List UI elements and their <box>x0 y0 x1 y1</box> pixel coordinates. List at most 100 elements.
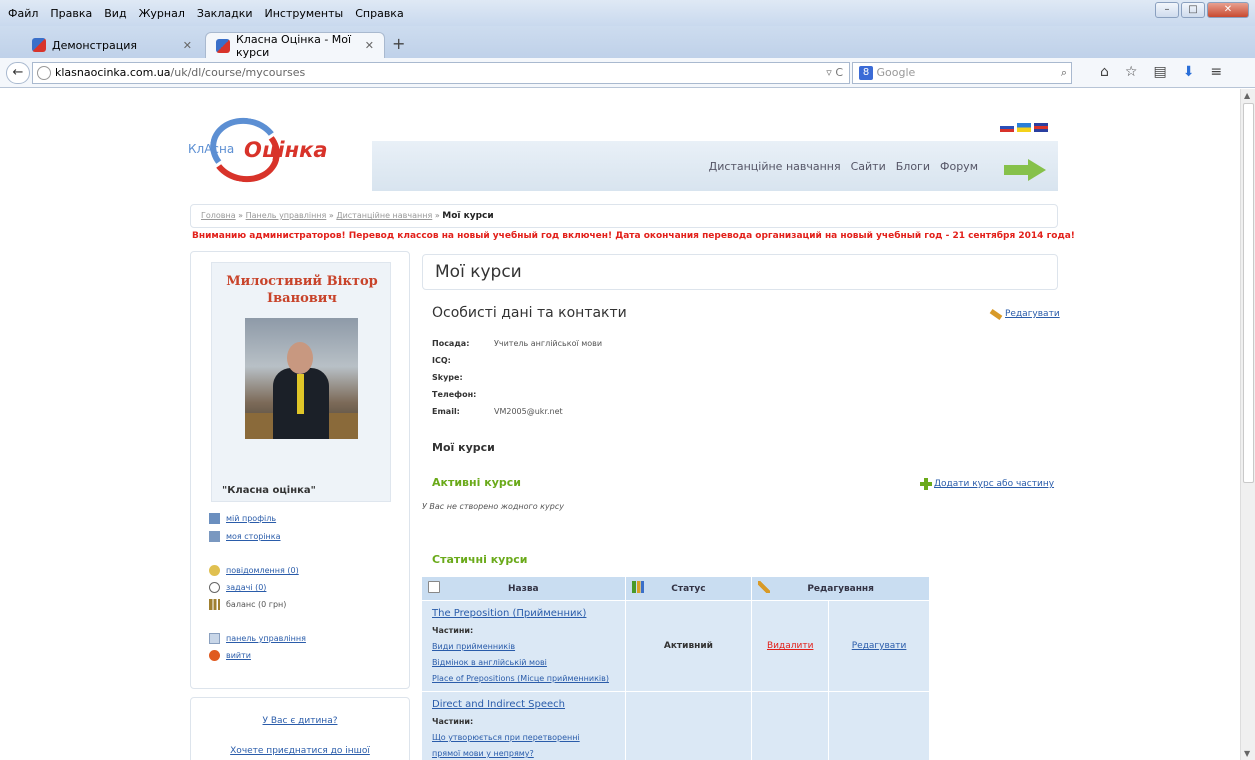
field-key: Email: <box>432 407 460 416</box>
edit-cell <box>828 691 930 760</box>
russian-flag-icon[interactable] <box>1000 123 1014 132</box>
scroll-down-icon[interactable]: ▼ <box>1244 749 1250 758</box>
minimize-button[interactable]: – <box>1155 2 1179 18</box>
edit-profile-label[interactable]: Редагувати <box>1005 309 1060 319</box>
control-panel-link[interactable]: панель управління <box>226 634 306 643</box>
field-key: Посада: <box>432 339 470 348</box>
tab-label: Демонстрация <box>52 38 138 52</box>
tab-mycourses[interactable]: Класна Оцінка - Мої курси ✕ <box>205 32 385 59</box>
my-profile-link[interactable]: мій профіль <box>226 514 276 523</box>
course-part-link[interactable]: Відмінок в англійській мові <box>432 655 615 671</box>
maximize-button[interactable]: □ <box>1181 2 1205 18</box>
bookmark-star-icon[interactable]: ☆ <box>1125 64 1138 80</box>
sidebar-item-tasks: задачі (0) <box>209 582 266 593</box>
new-tab-button[interactable]: + <box>392 34 405 53</box>
home-icon[interactable]: ⌂ <box>1100 64 1109 80</box>
address-bar[interactable]: klasnaocinka.com.ua/uk/dl/course/mycours… <box>32 62 850 84</box>
course-part-link[interactable]: Place of Prepositions (Місце прийменникі… <box>432 671 615 687</box>
nav-sites[interactable]: Сайти <box>851 160 886 173</box>
tab-close-icon[interactable]: ✕ <box>183 39 192 52</box>
menu-edit[interactable]: Правка <box>50 7 92 20</box>
profile-icon <box>209 513 220 524</box>
col-status-header: Статус <box>624 576 753 601</box>
site-logo[interactable]: КлАсна Оцінка <box>188 112 338 188</box>
table-row: The Preposition (Прийменник) Частини: Ви… <box>421 600 930 692</box>
profile-photo <box>245 318 358 439</box>
site-favicon-icon <box>216 38 230 53</box>
school-name: "Класна оцінка" <box>222 485 316 496</box>
tab-close-icon[interactable]: ✕ <box>365 39 374 52</box>
menu-file[interactable]: Файл <box>8 7 38 20</box>
field-key: ICQ: <box>432 356 451 365</box>
bookmarks-list-icon[interactable]: ▤ <box>1153 64 1166 80</box>
menu-bookmarks[interactable]: Закладки <box>197 7 253 20</box>
menu-tools[interactable]: Инструменты <box>265 7 344 20</box>
course-part-link[interactable]: Що утворюється при перетворенні <box>432 730 615 746</box>
course-title-link[interactable]: Direct and Indirect Speech <box>432 696 615 713</box>
back-button[interactable]: ← <box>6 62 30 84</box>
my-courses-heading: Мої курси <box>432 441 495 454</box>
scrollbar-thumb[interactable] <box>1243 103 1254 483</box>
close-window-button[interactable]: ✕ <box>1207 2 1249 18</box>
edit-course-link[interactable]: Редагувати <box>852 641 907 651</box>
reload-icon[interactable]: ▿ C <box>826 63 843 83</box>
parts-label: Частини: <box>432 626 474 635</box>
delete-course-link[interactable]: Видалити <box>767 641 813 651</box>
search-icon[interactable]: ⌕ <box>1061 63 1067 83</box>
left-sidebar: Милостивий Віктор Іванович "Класна оцінк… <box>190 251 410 689</box>
tasks-link[interactable]: задачі (0) <box>226 583 266 592</box>
menu-help[interactable]: Справка <box>355 7 403 20</box>
download-icon[interactable]: ⬇ <box>1183 64 1195 80</box>
google-icon: 8 <box>859 66 873 80</box>
sidebar-item-my-page: моя сторінка <box>209 531 281 542</box>
english-flag-icon[interactable] <box>1034 123 1048 132</box>
nav-blogs[interactable]: Блоги <box>896 160 930 173</box>
admin-alert: Вниманию администраторов! Перевод классо… <box>192 231 1075 241</box>
tab-demo[interactable]: Демонстрация ✕ <box>22 32 202 58</box>
toolbar-icons: ⌂ ☆ ▤ ⬇ ≡ <box>1100 64 1222 80</box>
logout-link[interactable]: вийти <box>226 651 251 660</box>
nav-forum[interactable]: Форум <box>940 160 978 173</box>
top-navigation: Дистанційне навчання Сайти Блоги Форум <box>372 141 1058 191</box>
edit-profile-button[interactable]: Редагувати <box>989 308 1060 320</box>
logout-icon <box>209 650 220 661</box>
have-child-link[interactable]: У Вас є дитина? <box>263 716 338 726</box>
join-other-link[interactable]: Хочете приєднатися до іншої <box>230 746 370 756</box>
search-input[interactable]: 8 Google ⌕ <box>852 62 1072 84</box>
my-page-link[interactable]: моя сторінка <box>226 532 281 541</box>
breadcrumb-distance-learning[interactable]: Дистанційне навчання <box>336 211 432 220</box>
breadcrumb-home[interactable]: Головна <box>201 211 236 220</box>
active-courses-heading: Активні курси <box>432 476 521 489</box>
course-title-link[interactable]: The Preposition (Прийменник) <box>432 605 615 622</box>
control-panel-icon <box>209 633 220 644</box>
no-courses-message: У Вас не створено жодного курсу <box>422 502 564 511</box>
messages-link[interactable]: повідомлення (0) <box>226 566 299 575</box>
nav-distance-learning[interactable]: Дистанційне навчання <box>709 160 841 173</box>
nav-bar: ← klasnaocinka.com.ua/uk/dl/course/mycou… <box>0 58 1255 88</box>
breadcrumb-control-panel[interactable]: Панель управління <box>246 211 327 220</box>
add-course-button[interactable]: Додати курс або частину <box>920 478 1054 490</box>
personal-heading: Особисті дані та контакти <box>432 305 627 321</box>
pencil-icon <box>758 581 771 593</box>
course-part-link[interactable]: Види прийменників <box>432 639 615 655</box>
menu-view[interactable]: Вид <box>104 7 126 20</box>
green-arrow-icon <box>1004 159 1046 181</box>
course-name-cell: The Preposition (Прийменник) Частини: Ви… <box>421 600 626 692</box>
menu-history[interactable]: Журнал <box>139 7 185 20</box>
balance-text: баланс (0 грн) <box>226 600 287 609</box>
field-icq: ICQ: <box>432 356 494 365</box>
course-part-link[interactable]: прямої мови у непряму? <box>432 746 615 760</box>
field-email: Email: VM2005@ukr.net <box>432 407 563 416</box>
scroll-up-icon[interactable]: ▲ <box>1244 91 1250 100</box>
language-flags <box>1000 123 1048 132</box>
vertical-scrollbar[interactable]: ▲ ▼ <box>1240 89 1255 760</box>
add-course-label[interactable]: Додати курс або частину <box>934 479 1054 489</box>
left-sidebar-extra: У Вас є дитина? Хочете приєднатися до ін… <box>190 697 410 760</box>
ukrainian-flag-icon[interactable] <box>1017 123 1031 132</box>
col-name-label: Назва <box>507 583 539 594</box>
sidebar-item-logout: вийти <box>209 650 251 661</box>
status-badge: Активний <box>663 641 713 651</box>
sidebar-item-messages: повідомлення (0) <box>209 565 299 576</box>
menu-icon[interactable]: ≡ <box>1210 64 1222 80</box>
sidebar-item-balance: баланс (0 грн) <box>209 599 286 610</box>
